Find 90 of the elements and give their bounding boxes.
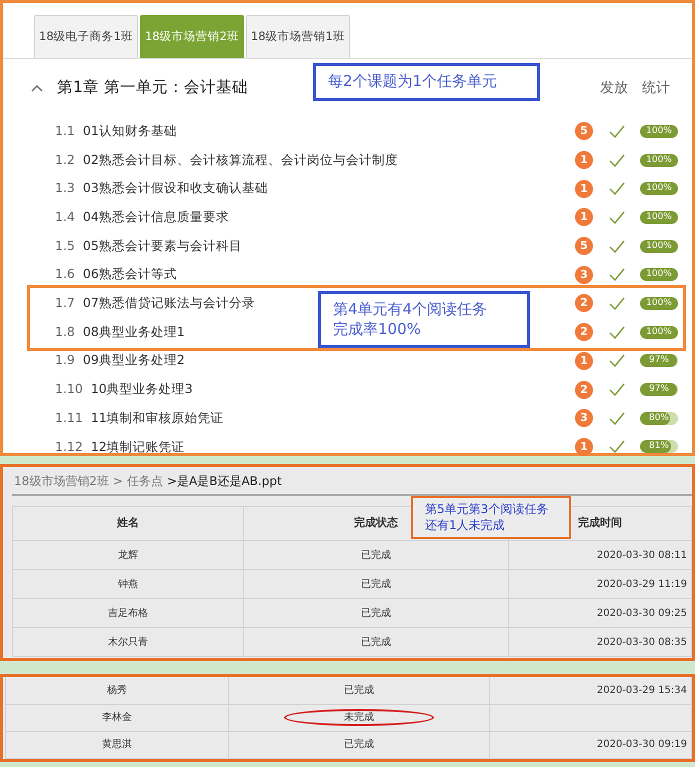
check-icon[interactable] [609, 124, 625, 138]
progress-bar: 100% [640, 296, 678, 310]
collapse-icon[interactable] [31, 84, 43, 92]
progress-bar: 100% [640, 326, 678, 339]
progress-bar: 97% [640, 354, 678, 368]
count-badge: 1 [575, 180, 593, 198]
lesson-title[interactable]: 10典型业务处理3 [90, 380, 193, 399]
lesson-number: 1.6 [55, 265, 75, 284]
time-cell: 2020-03-30 09:25 [508, 598, 692, 628]
progress-bar: 100% [640, 240, 678, 253]
lesson-title[interactable]: 03熟悉会计假设和收支确认基础 [82, 179, 268, 198]
check-icon[interactable] [609, 354, 625, 368]
lesson-title[interactable]: 02熟悉会计目标、会计核算流程、会计岗位与会计制度 [82, 150, 398, 170]
status-cell: 已完成 [243, 540, 508, 570]
column-header: 姓名 [12, 506, 244, 540]
progress-bar: 81% [640, 440, 678, 454]
lesson-number: 1.4 [55, 208, 75, 226]
callout-note: 第5单元第3个阅读任务 还有1人未完成 [411, 496, 571, 540]
name-cell: 吉足布格 [12, 598, 244, 628]
lesson-number: 1.9 [55, 351, 75, 370]
time-cell: 2020-03-29 15:34 [489, 677, 692, 704]
lesson-title[interactable]: 09典型业务处理2 [82, 351, 185, 370]
progress-bar: 100% [640, 182, 678, 196]
check-icon[interactable] [609, 210, 625, 224]
circled-status: 未完成 [284, 709, 434, 726]
count-badge: 1 [575, 352, 593, 370]
class-tab[interactable]: 18级市场营销1班 [246, 15, 350, 58]
time-cell: 2020-03-30 09:19 [489, 731, 692, 758]
count-badge: 1 [575, 208, 593, 226]
progress-bar: 80% [640, 412, 678, 425]
count-badge: 2 [575, 294, 593, 312]
name-cell: 李林金 [6, 704, 228, 731]
time-cell: 2020-03-30 08:35 [508, 628, 692, 656]
status-cell: 已完成 [243, 628, 508, 656]
lesson-title[interactable]: 06熟悉会计等式 [82, 265, 177, 284]
check-icon[interactable] [609, 412, 625, 425]
check-icon[interactable] [609, 296, 625, 310]
lesson-title[interactable]: 05熟悉会计要素与会计科目 [82, 236, 242, 256]
status-cell: 已完成 [243, 598, 508, 628]
name-cell: 木尔只青 [12, 628, 244, 656]
lesson-title[interactable]: 04熟悉会计信息质量要求 [82, 208, 229, 227]
name-cell: 龙辉 [12, 540, 244, 570]
column-header: 统计 [642, 78, 670, 98]
time-cell: 2020-03-29 11:19 [508, 570, 692, 598]
class-tab[interactable]: 18级电子商务1班 [34, 15, 138, 58]
chapter-title: 第1章 第一单元：会计基础 [57, 77, 248, 98]
name-cell: 钟燕 [12, 570, 244, 598]
status-cell: 已完成 [243, 570, 508, 598]
count-badge: 5 [575, 122, 593, 140]
check-icon[interactable] [609, 326, 625, 339]
progress-bar: 97% [640, 383, 678, 396]
lesson-number: 1.8 [55, 322, 75, 341]
status-cell: 已完成 [344, 684, 374, 696]
lesson-number: 1.1 [55, 122, 75, 140]
count-badge: 2 [575, 380, 593, 399]
count-badge: 1 [575, 438, 593, 456]
progress-bar: 100% [640, 124, 678, 138]
status-cell: 已完成 [344, 739, 374, 750]
name-cell: 杨秀 [6, 677, 228, 704]
time-cell: 2020-03-30 08:11 [508, 540, 692, 570]
lesson-title[interactable]: 11填制和审核原始凭证 [90, 408, 224, 428]
check-icon[interactable] [609, 383, 625, 396]
lesson-number: 1.2 [55, 150, 75, 169]
check-icon[interactable] [609, 154, 625, 167]
column-header: 发放 [600, 78, 628, 98]
name-cell: 黄思淇 [6, 731, 228, 758]
count-badge: 2 [575, 323, 593, 342]
lesson-title[interactable]: 08典型业务处理1 [82, 322, 185, 342]
lesson-number: 1.5 [55, 236, 75, 255]
lesson-number: 1.7 [55, 294, 75, 312]
check-icon[interactable] [609, 268, 625, 282]
callout-note: 每2个课题为1个任务单元 [313, 63, 540, 100]
lesson-title[interactable]: 01认知财务基础 [82, 122, 177, 141]
lesson-number: 1.12 [55, 438, 83, 456]
count-badge: 1 [575, 151, 593, 170]
lesson-number: 1.11 [55, 408, 83, 427]
progress-bar: 100% [640, 210, 678, 224]
lesson-number: 1.10 [55, 380, 83, 398]
check-icon[interactable] [609, 440, 625, 454]
count-badge: 3 [575, 409, 593, 428]
lesson-number: 1.3 [55, 179, 75, 198]
callout-note: 第4单元有4个阅读任务 完成率100% [318, 291, 530, 348]
check-icon[interactable] [609, 182, 625, 196]
lesson-title[interactable]: 07熟悉借贷记账法与会计分录 [82, 294, 255, 313]
check-icon[interactable] [609, 240, 625, 253]
count-badge: 5 [575, 237, 593, 256]
lesson-title[interactable]: 12填制记账凭证 [90, 438, 185, 456]
progress-bar: 100% [640, 154, 678, 167]
progress-bar: 100% [640, 268, 678, 282]
count-badge: 3 [575, 266, 593, 284]
